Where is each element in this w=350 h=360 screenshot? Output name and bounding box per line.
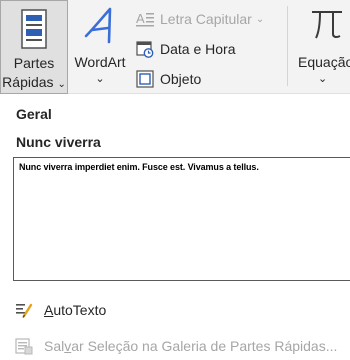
equation-button[interactable]: Equação ⌄ <box>294 0 350 94</box>
object-label: Objeto <box>160 71 202 87</box>
gallery-category-heading: Geral <box>16 106 52 122</box>
date-time-button[interactable]: Data e Hora <box>136 38 235 60</box>
quick-parts-button[interactable]: Partes Rápidas ⌄ <box>0 0 68 94</box>
ribbon: Partes Rápidas ⌄ WordArt ⌄ A Letra Capit… <box>0 0 350 94</box>
svg-text:A: A <box>136 11 145 26</box>
building-block-name: Nunc viverra <box>16 134 101 150</box>
chevron-down-icon: ⌄ <box>255 13 265 25</box>
autotext-label: AutoTexto <box>44 302 107 318</box>
wordart-icon <box>82 6 118 51</box>
chevron-down-icon: ⌄ <box>318 73 328 85</box>
object-icon <box>136 70 154 88</box>
wordart-button[interactable]: WordArt ⌄ <box>70 0 130 94</box>
drop-cap-label: Letra Capitular <box>160 11 252 27</box>
calendar-clock-icon <box>136 41 154 58</box>
autotext-menu-item[interactable]: AutoTexto <box>0 297 350 323</box>
building-block-preview-text: Nunc viverra imperdiet enim. Fusce est. … <box>19 162 259 172</box>
ribbon-separator <box>287 6 288 86</box>
wordart-label: WordArt <box>74 54 126 70</box>
save-selection-menu-item[interactable]: Salvar Seleção na Galeria de Partes Rápi… <box>0 333 350 359</box>
autotext-icon <box>15 301 33 322</box>
save-selection-label: Salvar Seleção na Galeria de Partes Rápi… <box>44 338 338 354</box>
quick-parts-label: Partes <box>13 55 55 71</box>
quick-parts-icon <box>21 9 47 54</box>
equation-label: Equação <box>298 54 350 70</box>
building-block-preview[interactable]: Nunc viverra imperdiet enim. Fusce est. … <box>13 157 350 281</box>
chevron-down-icon: ⌄ <box>57 79 66 90</box>
quick-parts-label-2: Rápidas ⌄ <box>2 74 66 90</box>
date-time-label: Data e Hora <box>160 41 236 57</box>
object-button[interactable]: Objeto <box>136 68 201 90</box>
save-selection-icon <box>15 337 33 358</box>
pi-icon <box>310 6 344 45</box>
drop-cap-icon: A <box>136 11 154 27</box>
drop-cap-button[interactable]: A Letra Capitular ⌄ <box>136 8 264 30</box>
chevron-down-icon: ⌄ <box>95 73 105 85</box>
